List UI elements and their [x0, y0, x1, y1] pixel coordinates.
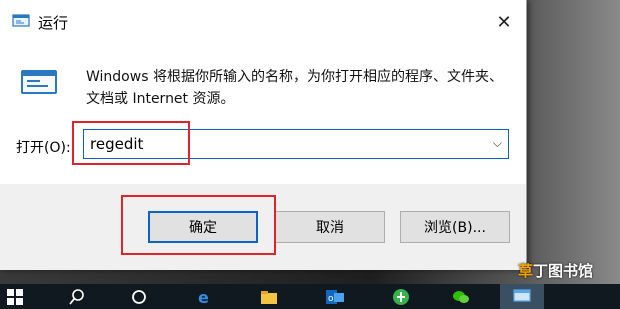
- run-app-icon: [12, 14, 30, 27]
- edge-icon[interactable]: e: [196, 288, 214, 306]
- task-view-icon[interactable]: [130, 288, 148, 306]
- dialog-description: Windows 将根据你所输入的名称，为你打开相应的程序、文件夹、文档或 Int…: [86, 69, 503, 107]
- run-icon: [21, 70, 57, 94]
- search-icon[interactable]: [68, 288, 86, 306]
- window-title: 运行: [38, 14, 69, 32]
- windows-start-icon[interactable]: [6, 288, 24, 306]
- green-app-icon[interactable]: [392, 288, 410, 306]
- input-highlight-box: [72, 121, 190, 165]
- watermark-rest: 丁图书馆: [533, 262, 594, 280]
- svg-text:e: e: [198, 288, 209, 306]
- watermark-grass-char: 草: [518, 262, 534, 280]
- browse-button[interactable]: 浏览(B)...: [400, 211, 510, 243]
- file-explorer-icon[interactable]: [260, 288, 278, 306]
- site-watermark: 草丁图书馆: [518, 260, 593, 281]
- ok-highlight-box: [121, 195, 276, 255]
- taskbar-active-item[interactable]: [500, 284, 544, 309]
- outlook-icon[interactable]: o: [326, 288, 344, 306]
- open-label: 打开(O):: [16, 140, 71, 156]
- close-button[interactable]: ✕: [490, 10, 518, 34]
- run-taskbar-icon: [513, 289, 531, 302]
- svg-text:o: o: [328, 294, 334, 304]
- chevron-down-icon[interactable]: ⌵: [493, 136, 502, 151]
- title-bar: 运行 ✕: [0, 0, 526, 44]
- cancel-button[interactable]: 取消: [275, 211, 385, 243]
- wechat-icon[interactable]: [452, 288, 470, 306]
- close-icon: ✕: [496, 11, 512, 33]
